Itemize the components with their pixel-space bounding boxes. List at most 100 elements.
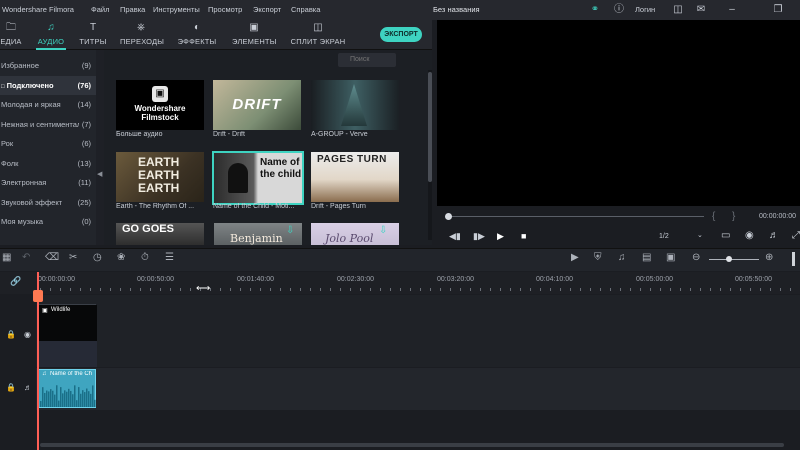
media-item-drift[interactable]: DRIFT [213, 80, 301, 130]
video-icon: ▣ [42, 308, 48, 314]
eye-icon[interactable]: ◉ [24, 330, 31, 339]
quality-select[interactable]: 1/2 [659, 233, 669, 240]
delete-icon[interactable]: ⌫ [45, 252, 59, 263]
download-icon[interactable]: ⇩ [379, 225, 387, 236]
tab-titles[interactable]: T ТИТРЫ [78, 22, 108, 46]
color-icon[interactable]: ❀ [117, 252, 125, 263]
play-frame-icon[interactable]: ▮▶ [473, 231, 485, 242]
undo-icon[interactable]: ↶ [22, 252, 30, 263]
render-icon[interactable]: ▶ [571, 252, 579, 263]
adjust-icon[interactable]: ☰ [165, 252, 174, 263]
menu-tools[interactable]: Инструменты [153, 5, 200, 14]
ruler-label: 00:00:50:00 [137, 276, 174, 283]
tab-effects[interactable]: ◐ ЭФФЕКТЫ [177, 22, 217, 46]
snapshot-icon[interactable]: ◉ [745, 230, 754, 241]
category-young[interactable]: Молодая и яркая (14) [0, 95, 96, 114]
mail-icon[interactable]: ✉ [694, 3, 708, 17]
login-link[interactable]: Логин [635, 5, 655, 14]
tab-split-screen[interactable]: ◫ СПЛИТ ЭКРАН [290, 22, 346, 46]
link-icon[interactable]: 🔗 [10, 276, 21, 287]
playhead-handle[interactable] [33, 290, 43, 302]
play-icon[interactable]: ▶ [497, 231, 504, 242]
media-item-pages-turn[interactable]: PAGES TURN [311, 152, 399, 202]
media-item-benjamin[interactable]: Benjamin ⇩ [214, 223, 302, 245]
audio-track[interactable] [0, 368, 800, 410]
microphone-icon[interactable]: ♫ [618, 252, 626, 263]
ruler-ticks [40, 288, 800, 291]
volume-icon[interactable]: ♬ [769, 230, 779, 241]
tab-media[interactable]: 🗀 ЕДИА [0, 22, 22, 46]
tab-audio[interactable]: ♫ АУДИО [34, 22, 68, 50]
download-icon[interactable]: ⇩ [286, 225, 294, 236]
zoom-slider[interactable] [709, 259, 759, 260]
video-track[interactable] [0, 295, 800, 367]
media-item-name-of-the-child[interactable]: Name of the child [212, 151, 304, 205]
minimize-icon[interactable]: – [725, 3, 739, 17]
fullscreen-icon[interactable]: ⤢ [792, 230, 800, 241]
category-folk[interactable]: Фолк (13) [0, 154, 96, 173]
ruler-label: 00:04:10:00 [536, 276, 573, 283]
speed-icon[interactable]: ◷ [93, 252, 102, 263]
seek-knob[interactable] [445, 213, 452, 220]
chevron-down-icon[interactable]: ⌄ [697, 231, 703, 239]
timer-icon[interactable]: ⏱ [141, 252, 149, 263]
menu-edit[interactable]: Правка [120, 5, 145, 14]
media-item-go-goes[interactable]: GO GOES [116, 223, 204, 245]
lock-icon[interactable]: 🔒 [6, 383, 16, 392]
zoom-out-icon[interactable]: ⊖ [692, 252, 700, 263]
mark-in-icon[interactable]: { [712, 211, 715, 222]
panel-divider [792, 252, 795, 266]
media-item-filmstock[interactable]: ▣ Wondershare Filmstock [116, 80, 204, 130]
media-item-title: Больше аудио [116, 131, 163, 138]
info-icon[interactable]: ⓘ [612, 3, 626, 17]
zoom-slider-knob[interactable] [726, 256, 732, 262]
timecode: 00:00:00:00 [759, 213, 796, 220]
export-button[interactable]: ЭКСПОРТ [380, 27, 422, 42]
headset-icon[interactable]: ⚭ [588, 3, 602, 17]
media-item-earth[interactable]: EARTH EARTH EARTH [116, 152, 204, 202]
sidebar-collapse-handle[interactable]: ◀ [96, 50, 104, 245]
category-connected[interactable]: □ Подключено (76) [0, 76, 96, 95]
monitor-icon[interactable]: ▭ [721, 230, 730, 241]
category-sound-effect[interactable]: Звуковой эффект (25) [0, 193, 96, 212]
shield-icon[interactable]: ⛨ [594, 252, 602, 263]
music-note-icon: ♫ [42, 371, 47, 377]
transition-icon: ⎈ [137, 22, 145, 33]
stop-icon[interactable]: ■ [521, 231, 526, 241]
collapse-arrow-icon: □ [1, 84, 5, 90]
video-preview [437, 20, 800, 206]
menu-help[interactable]: Справка [291, 5, 320, 14]
project-title: Без названия [433, 5, 480, 14]
category-rock[interactable]: Рок (6) [0, 134, 96, 153]
ruler-label: 00:05:50:00 [735, 276, 772, 283]
layout-icon[interactable]: ▦ [2, 252, 11, 263]
track-headers [0, 295, 36, 410]
seek-bar[interactable] [448, 216, 704, 217]
zoom-in-icon[interactable]: ⊕ [765, 252, 773, 263]
ruler-label: 00:05:00:00 [636, 276, 673, 283]
category-gentle[interactable]: Нежная и сентименталь (7) [0, 115, 96, 134]
timeline-scrollbar[interactable] [40, 443, 784, 447]
audio-clip[interactable]: ♫ Name of the Ch [38, 369, 96, 408]
menu-export[interactable]: Экспорт [253, 5, 281, 14]
media-item-agroup[interactable] [311, 80, 399, 130]
menu-view[interactable]: Просмотр [208, 5, 242, 14]
category-electronic[interactable]: Электронная (11) [0, 173, 96, 192]
lock-icon[interactable]: 🔒 [6, 330, 16, 339]
category-my-music[interactable]: Моя музыка (0) [0, 212, 96, 231]
menu-file[interactable]: Файл [91, 5, 109, 14]
search-input[interactable] [338, 53, 396, 67]
voiceover-icon[interactable]: ▤ [642, 252, 651, 263]
category-favorites[interactable]: Избранное (9) [0, 56, 96, 75]
media-item-jolo-pool[interactable]: Jolo Pool ⇩ [311, 223, 399, 245]
speaker-icon[interactable]: ♬ [24, 383, 32, 392]
step-back-icon[interactable]: ◀▮ [449, 231, 461, 242]
mark-out-icon[interactable]: } [732, 211, 735, 222]
save-icon[interactable]: ◫ [671, 3, 685, 17]
restore-icon[interactable]: ❐ [771, 3, 785, 17]
cut-icon[interactable]: ✂ [69, 252, 77, 263]
snap-icon[interactable]: ▣ [666, 252, 675, 263]
video-clip[interactable]: ▣ Wildlife [38, 304, 97, 367]
tab-transitions[interactable]: ⎈ ПЕРЕХОДЫ [120, 22, 164, 46]
tab-elements[interactable]: ▣ ЭЛЕМЕНТЫ [232, 22, 276, 46]
